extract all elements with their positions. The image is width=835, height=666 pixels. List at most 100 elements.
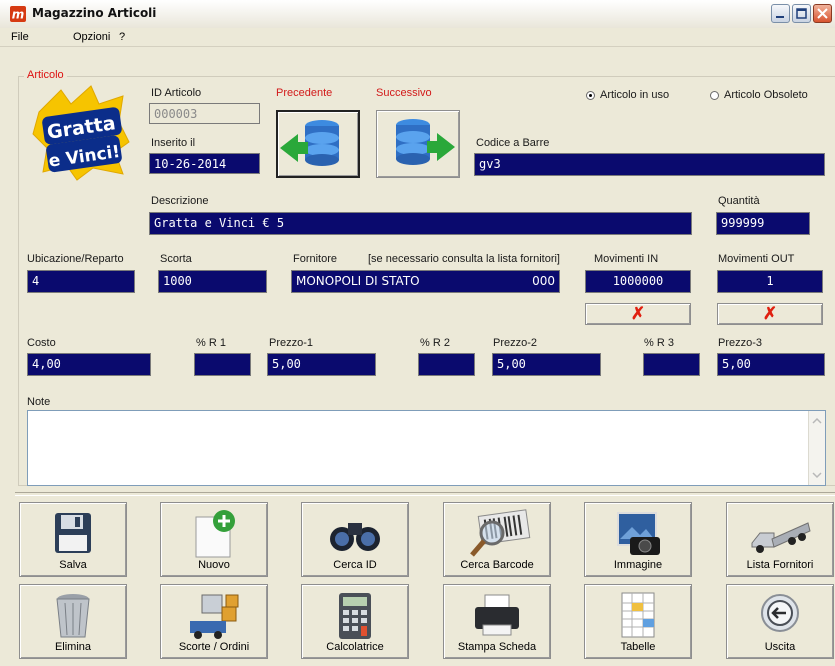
id-articolo-label: ID Articolo bbox=[151, 87, 202, 99]
next-record-button[interactable] bbox=[376, 110, 460, 178]
elimina-label: Elimina bbox=[54, 641, 92, 653]
movimenti-in-field[interactable]: 1000000 bbox=[585, 270, 691, 293]
note-scrollbar[interactable] bbox=[808, 411, 825, 485]
calcolatrice-button[interactable]: Calcolatrice bbox=[301, 584, 409, 659]
note-textarea[interactable] bbox=[27, 410, 826, 486]
cerca-barcode-label: Cerca Barcode bbox=[460, 559, 534, 571]
r3-field[interactable] bbox=[643, 353, 700, 376]
ubicazione-label: Ubicazione/Reparto bbox=[27, 253, 124, 265]
database-prev-icon bbox=[280, 120, 339, 166]
quantita-label: Quantità bbox=[718, 195, 760, 207]
truck-icon bbox=[751, 522, 811, 553]
radio-obsoleto-label: Articolo Obsoleto bbox=[724, 89, 808, 101]
prezzo2-label: Prezzo-2 bbox=[493, 337, 538, 349]
article-group-label: Articolo bbox=[24, 69, 67, 81]
gratta-e-vinci-logo-image: Gratta e Vinci! bbox=[32, 85, 130, 181]
successivo-label: Successivo bbox=[376, 87, 432, 99]
fornitore-code: 000 bbox=[532, 274, 555, 288]
immagine-label: Immagine bbox=[613, 559, 663, 571]
cerca-id-button[interactable]: Cerca ID bbox=[301, 502, 409, 577]
uscita-button[interactable]: Uscita bbox=[726, 584, 834, 659]
calculator-icon bbox=[339, 593, 371, 639]
inserito-il-label: Inserito il bbox=[151, 137, 196, 149]
calcolatrice-label: Calcolatrice bbox=[326, 641, 384, 653]
lista-fornitori-button[interactable]: Lista Fornitori bbox=[726, 502, 834, 577]
radio-in-uso-label: Articolo in uso bbox=[600, 89, 670, 101]
lista-fornitori-label: Lista Fornitori bbox=[746, 559, 814, 571]
prezzo3-field[interactable]: 5,00 bbox=[717, 353, 825, 376]
codice-barre-field[interactable]: gv3 bbox=[474, 153, 825, 176]
barcode-search-icon bbox=[470, 509, 531, 557]
minimize-button[interactable] bbox=[771, 4, 790, 23]
close-button[interactable] bbox=[813, 4, 832, 23]
costo-label: Costo bbox=[27, 337, 56, 349]
reset-movimenti-in-button[interactable]: ✗ bbox=[585, 303, 691, 325]
previous-record-button[interactable] bbox=[276, 110, 360, 178]
gratta-e-vinci-logo: Gratta e Vinci! bbox=[31, 82, 131, 182]
reset-movimenti-out-button[interactable]: ✗ bbox=[717, 303, 823, 325]
r1-label: % R 1 bbox=[196, 337, 226, 349]
r2-field[interactable] bbox=[418, 353, 475, 376]
nuovo-label: Nuovo bbox=[198, 559, 230, 571]
cerca-barcode-button[interactable]: Cerca Barcode bbox=[443, 502, 551, 577]
ubicazione-field[interactable]: 4 bbox=[27, 270, 135, 293]
trash-can-icon bbox=[56, 594, 90, 638]
immagine-button[interactable]: Immagine bbox=[584, 502, 692, 577]
delete-x-icon: ✗ bbox=[762, 304, 778, 323]
scorta-field[interactable]: 1000 bbox=[158, 270, 267, 293]
radio-obsoleto-circle[interactable] bbox=[710, 91, 719, 100]
forklift-boxes-icon bbox=[190, 594, 239, 639]
menu-file[interactable]: File bbox=[11, 31, 29, 43]
close-icon bbox=[817, 8, 828, 19]
movimenti-out-label: Movimenti OUT bbox=[718, 253, 795, 265]
photo-camera-icon bbox=[617, 512, 660, 555]
menu-bar: File Opzioni ? bbox=[0, 28, 835, 47]
menu-help[interactable]: ? bbox=[119, 31, 125, 43]
prezzo1-field[interactable]: 5,00 bbox=[267, 353, 376, 376]
prezzo3-label: Prezzo-3 bbox=[718, 337, 763, 349]
menu-opzioni[interactable]: Opzioni bbox=[73, 31, 110, 43]
inserito-il-field[interactable]: 10-26-2014 bbox=[149, 153, 260, 174]
codice-barre-label: Codice a Barre bbox=[476, 137, 550, 149]
prezzo2-field[interactable]: 5,00 bbox=[492, 353, 601, 376]
quantita-field[interactable]: 999999 bbox=[716, 212, 810, 235]
tabelle-label: Tabelle bbox=[620, 641, 656, 653]
precedente-label: Precedente bbox=[276, 87, 333, 99]
scorte-ordini-button[interactable]: Scorte / Ordini bbox=[160, 584, 268, 659]
new-document-icon bbox=[195, 510, 235, 558]
window-title: Magazzino Articoli bbox=[32, 6, 157, 20]
salva-button[interactable]: Salva bbox=[19, 502, 127, 577]
printer-icon bbox=[475, 594, 519, 636]
costo-field[interactable]: 4,00 bbox=[27, 353, 151, 376]
maximize-button[interactable] bbox=[792, 4, 811, 23]
radio-in-uso-circle[interactable] bbox=[586, 91, 595, 100]
movimenti-out-field[interactable]: 1 bbox=[717, 270, 823, 293]
scorte-ordini-label: Scorte / Ordini bbox=[178, 641, 250, 653]
nuovo-button[interactable]: Nuovo bbox=[160, 502, 268, 577]
r1-field[interactable] bbox=[194, 353, 251, 376]
fornitore-label: Fornitore bbox=[293, 253, 338, 265]
fornitore-hint: [se necessario consulta la lista fornito… bbox=[368, 253, 560, 265]
salva-label: Salva bbox=[59, 559, 87, 571]
note-label: Note bbox=[27, 396, 51, 408]
svg-text:m: m bbox=[12, 8, 25, 22]
exit-icon bbox=[761, 594, 799, 632]
fornitore-field[interactable]: MONOPOLI DI STATO 000 bbox=[291, 270, 560, 293]
m-logo-icon: m bbox=[10, 6, 26, 22]
scroll-arrows-icon bbox=[812, 417, 822, 479]
descrizione-label: Descrizione bbox=[151, 195, 209, 207]
stampa-scheda-button[interactable]: Stampa Scheda bbox=[443, 584, 551, 659]
table-document-icon bbox=[621, 592, 655, 638]
prezzo1-label: Prezzo-1 bbox=[269, 337, 314, 349]
toolbar-separator bbox=[15, 492, 835, 496]
title-bar: m Magazzino Articoli bbox=[0, 0, 835, 29]
descrizione-field[interactable]: Gratta e Vinci € 5 bbox=[149, 212, 692, 235]
tabelle-button[interactable]: Tabelle bbox=[584, 584, 692, 659]
elimina-button[interactable]: Elimina bbox=[19, 584, 127, 659]
fornitore-name: MONOPOLI DI STATO bbox=[296, 274, 420, 288]
id-articolo-field[interactable]: 000003 bbox=[149, 103, 260, 124]
r2-label: % R 2 bbox=[420, 337, 450, 349]
delete-x-icon: ✗ bbox=[630, 304, 646, 323]
floppy-disk-icon bbox=[55, 513, 91, 553]
movimenti-in-label: Movimenti IN bbox=[594, 253, 659, 265]
